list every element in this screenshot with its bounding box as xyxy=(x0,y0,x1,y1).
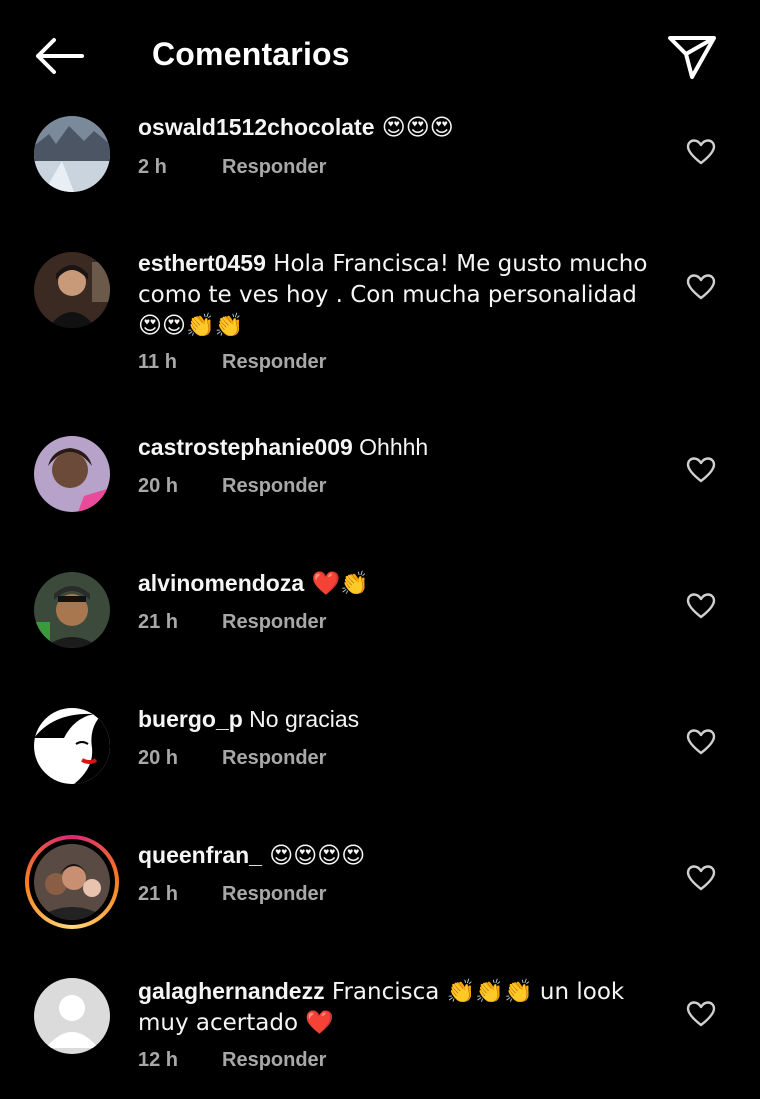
comment-body: No gracias xyxy=(242,706,360,732)
comment-username[interactable]: esthert0459 xyxy=(138,250,266,276)
heart-outline-icon xyxy=(686,865,716,891)
comment-username[interactable]: castrostephanie009 xyxy=(138,434,353,460)
avatar[interactable] xyxy=(34,708,110,784)
reply-button[interactable]: Responder xyxy=(222,747,326,769)
comment-meta: 20 h Responder xyxy=(138,475,326,498)
comment-time: 2 h xyxy=(138,156,167,178)
avatar[interactable] xyxy=(34,572,110,648)
header: Comentarios xyxy=(0,0,760,110)
comment-meta: 21 h Responder xyxy=(138,883,326,906)
comment-meta: 20 h Responder xyxy=(138,747,326,770)
comment-text: alvinomendoza ❤️👏 xyxy=(138,568,668,599)
like-button[interactable] xyxy=(686,138,716,166)
paper-plane-icon xyxy=(668,36,716,79)
comment-meta: 21 h Responder xyxy=(138,611,326,634)
avatar-image xyxy=(34,572,110,648)
comment-username[interactable]: galaghernandezz xyxy=(138,978,325,1004)
comment-time: 20 h xyxy=(138,475,179,497)
share-button[interactable] xyxy=(666,30,718,82)
comment-username[interactable]: queenfran_ xyxy=(138,842,262,868)
reply-button[interactable]: Responder xyxy=(222,1049,326,1071)
comment-meta: 11 h Responder xyxy=(138,351,326,374)
avatar-story-ring[interactable] xyxy=(25,835,119,929)
comment-time: 20 h xyxy=(138,747,179,769)
heart-outline-icon xyxy=(686,457,716,483)
like-button[interactable] xyxy=(686,728,716,756)
like-button[interactable] xyxy=(686,456,716,484)
comment-text: buergo_p No gracias xyxy=(138,704,668,734)
like-button[interactable] xyxy=(686,592,716,620)
like-button[interactable] xyxy=(686,864,716,892)
arrow-left-icon xyxy=(36,38,84,74)
comment-body: 😍😍😍😍 xyxy=(261,843,366,869)
avatar-image xyxy=(34,436,110,512)
comment-meta: 2 h Responder xyxy=(138,156,326,179)
avatar-image xyxy=(34,844,110,920)
comment-meta: 12 h Responder xyxy=(138,1049,326,1072)
reply-button[interactable]: Responder xyxy=(222,611,326,633)
heart-outline-icon xyxy=(686,1001,716,1027)
default-avatar-icon xyxy=(34,978,110,1054)
comment-text: galaghernandezz Francisca 👏👏👏 un look mu… xyxy=(138,976,668,1038)
reply-button[interactable]: Responder xyxy=(222,351,326,373)
avatar[interactable] xyxy=(34,978,110,1054)
avatar-image xyxy=(34,252,110,328)
comment-username[interactable]: alvinomendoza xyxy=(138,570,304,596)
avatar[interactable] xyxy=(34,436,110,512)
comment-time: 21 h xyxy=(138,611,179,633)
avatar-image xyxy=(34,116,110,192)
reply-button[interactable]: Responder xyxy=(222,475,326,497)
avatar[interactable] xyxy=(34,252,110,328)
heart-outline-icon xyxy=(686,593,716,619)
heart-outline-icon xyxy=(686,729,716,755)
reply-button[interactable]: Responder xyxy=(222,883,326,905)
heart-outline-icon xyxy=(686,274,716,300)
comment-text: oswald1512chocolate 😍😍😍 xyxy=(138,112,668,143)
comment-time: 12 h xyxy=(138,1049,179,1071)
comment-username[interactable]: oswald1512chocolate xyxy=(138,114,375,140)
page-title: Comentarios xyxy=(152,36,350,72)
comment-body: 😍😍😍 xyxy=(374,115,454,141)
avatar-image xyxy=(34,708,110,784)
like-button[interactable] xyxy=(686,273,716,301)
reply-button[interactable]: Responder xyxy=(222,156,326,178)
back-button[interactable] xyxy=(30,34,86,78)
like-button[interactable] xyxy=(686,1000,716,1028)
comment-body: ❤️👏 xyxy=(304,571,369,597)
comment-text: esthert0459 Hola Francisca! Me gusto muc… xyxy=(138,248,668,341)
comment-time: 21 h xyxy=(138,883,179,905)
heart-outline-icon xyxy=(686,139,716,165)
avatar[interactable] xyxy=(34,116,110,192)
comment-username[interactable]: buergo_p xyxy=(138,706,243,732)
comment-time: 11 h xyxy=(138,351,177,373)
comment-text: castrostephanie009 Ohhhh xyxy=(138,432,668,462)
comment-text: queenfran_ 😍😍😍😍 xyxy=(138,840,668,871)
comment-body: Ohhhh xyxy=(352,434,429,460)
